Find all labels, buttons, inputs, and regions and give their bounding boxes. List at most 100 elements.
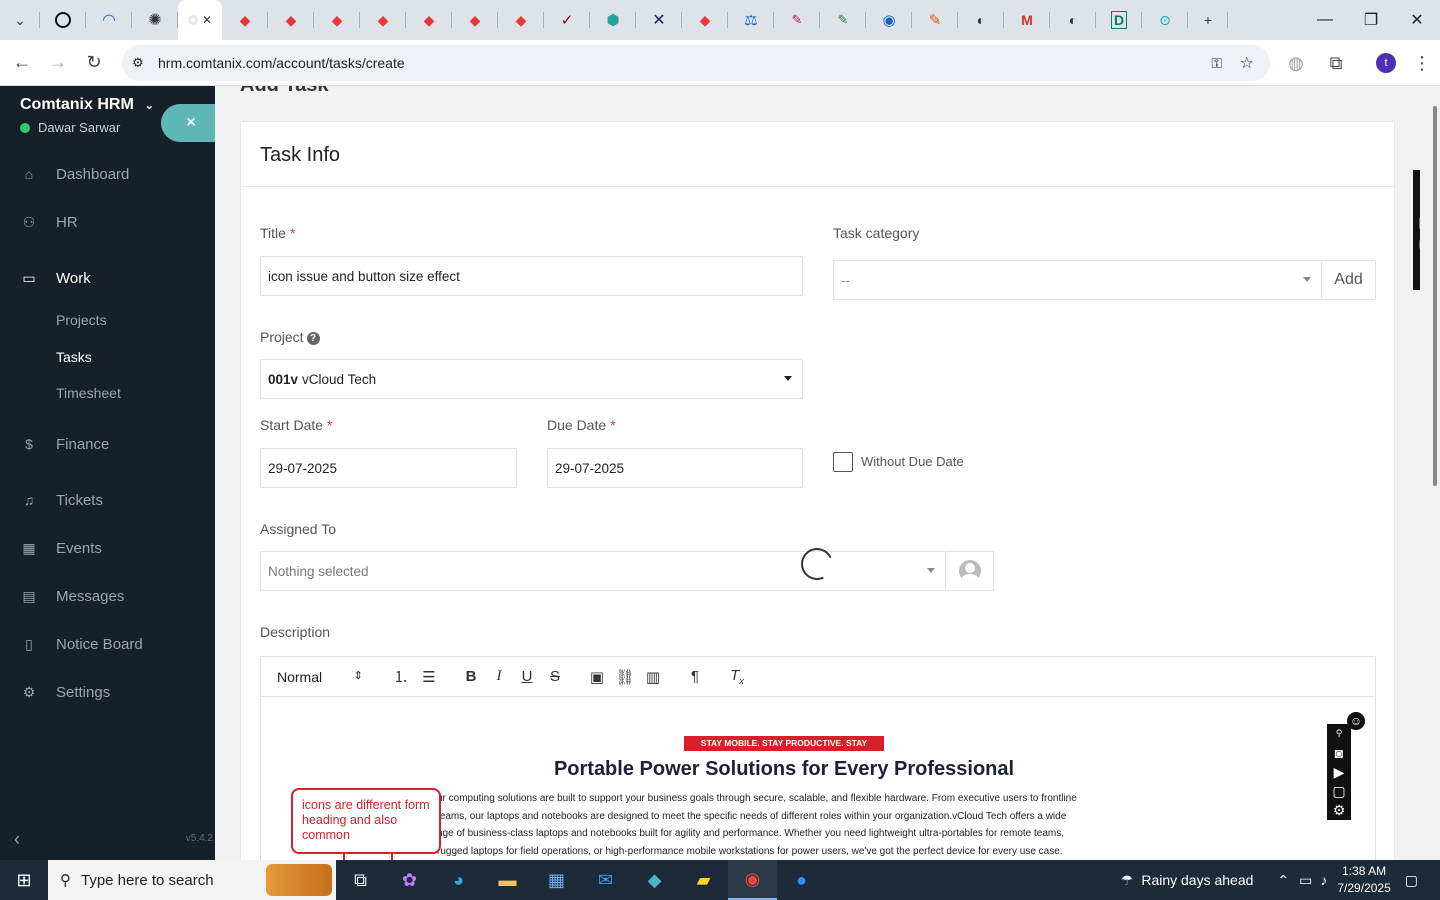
tab-chrome-dev-icon[interactable] [40, 0, 86, 40]
profile-avatar[interactable]: t [1368, 45, 1404, 81]
sidebar-item-events[interactable]: ▦ Events [0, 528, 215, 568]
help-icon[interactable]: ? [306, 332, 320, 345]
italic-icon[interactable]: I [485, 668, 513, 685]
tab-wifi-icon[interactable]: ◠ [86, 0, 132, 40]
sidebar-item-dashboard[interactable]: ⌂ Dashboard [0, 154, 215, 194]
zoom-icon[interactable]: ● [777, 860, 826, 900]
link-icon[interactable]: ⛓ [611, 668, 639, 686]
without-due-date-checkbox[interactable] [833, 452, 853, 472]
store-icon[interactable]: ▦ [532, 860, 581, 900]
network-icon[interactable]: ▭ [1299, 872, 1312, 889]
tab-gift-icon[interactable]: ◆ [360, 0, 406, 40]
format-select[interactable]: Normal [277, 669, 373, 685]
tab-gift-icon[interactable]: ◆ [498, 0, 544, 40]
file-explorer-icon[interactable]: ▬ [483, 860, 532, 900]
tab-x-icon[interactable]: ✕ [636, 0, 682, 40]
new-tab-button[interactable]: + [1188, 0, 1228, 40]
sidebar-item-messages[interactable]: ▤ Messages [0, 576, 215, 616]
sidebar-collapse-icon[interactable]: ‹ [14, 829, 20, 850]
tab-gift-icon[interactable]: ◆ [222, 0, 268, 40]
page-scrollbar[interactable] [1420, 86, 1440, 860]
copilot-icon[interactable]: ✿ [385, 860, 434, 900]
site-info-icon[interactable]: ⚙ [132, 55, 144, 71]
add-category-button[interactable]: Add [1321, 261, 1375, 299]
tab-d-icon[interactable]: D [1096, 0, 1142, 40]
tab-gift-icon[interactable]: ◆ [268, 0, 314, 40]
back-icon[interactable]: ← [4, 45, 40, 81]
bookmark-star-icon[interactable]: ☆ [1240, 53, 1254, 73]
tab-pen-icon[interactable]: ✎ [820, 0, 866, 40]
tab-active[interactable]: ✕ [178, 0, 222, 40]
clear-format-icon[interactable]: Tx [723, 667, 751, 686]
scrollbar-thumb[interactable] [1433, 106, 1437, 486]
image-icon[interactable]: ▣ [583, 668, 611, 686]
camera-icon[interactable]: ◙ [1335, 743, 1343, 762]
url-bar[interactable]: ⚙ hrm.comtanix.com/account/tasks/create … [122, 45, 1270, 81]
video-icon[interactable]: ▥ [639, 668, 667, 686]
tab-globe-icon[interactable]: ◐ [1050, 0, 1096, 40]
due-date-input[interactable]: 29-07-2025 [547, 448, 803, 488]
sidebar-item-settings[interactable]: ⚙ Settings [0, 672, 215, 712]
project-select[interactable]: 001v vCloud Tech [260, 359, 803, 399]
sticky-notes-icon[interactable]: ▰ [679, 860, 728, 900]
sidebar-item-hr[interactable]: ⚇ HR [0, 202, 215, 242]
edge-icon[interactable]: ◕ [434, 860, 483, 900]
chevron-down-icon[interactable]: ⌄ [144, 98, 154, 112]
description-editor[interactable]: Normal ⒈ ☰ B I U S ▣ ⛓ ▥ ¶ Tx STAY MOBIL… [260, 656, 1376, 860]
tab-gift-icon[interactable]: ◆ [314, 0, 360, 40]
volume-icon[interactable]: ♪ [1320, 872, 1327, 888]
assigned-to-select[interactable]: Nothing selected [260, 551, 946, 591]
strike-icon[interactable]: S [541, 668, 569, 685]
sidebar-subitem-tasks[interactable]: Tasks [56, 349, 92, 365]
tab-search-icon[interactable]: ⊙ [1142, 0, 1188, 40]
windows-start-icon[interactable]: ⊞ [0, 860, 48, 900]
task-category-select[interactable]: -- Add [833, 260, 1376, 300]
sidebar-subitem-projects[interactable]: Projects [56, 312, 107, 328]
weather-icon[interactable]: ☂ [1121, 872, 1134, 889]
weather-text[interactable]: Rainy days ahead [1141, 872, 1253, 888]
sidebar-close-button[interactable]: × [161, 104, 221, 142]
tab-pen-icon[interactable]: ✎ [912, 0, 958, 40]
window-icon[interactable]: ▢ [1332, 782, 1345, 801]
restore-icon[interactable]: ❐ [1348, 0, 1394, 40]
menu-kebab-icon[interactable]: ⋮ [1404, 45, 1440, 81]
tab-gift-icon[interactable]: ◆ [406, 0, 452, 40]
chrome-icon[interactable]: ◉ [728, 860, 777, 900]
bold-icon[interactable]: B [457, 668, 485, 685]
tab-globe-icon[interactable]: ◐ [958, 0, 1004, 40]
tab-scale-icon[interactable]: ⚖ [728, 0, 774, 40]
task-view-icon[interactable]: ⧉ [336, 860, 385, 900]
bullet-list-icon[interactable]: ☰ [415, 668, 443, 686]
chevron-up-icon[interactable]: ⌃ [1277, 872, 1289, 889]
minimize-icon[interactable]: — [1302, 0, 1348, 40]
mail-icon[interactable]: ✉ [581, 860, 630, 900]
clock[interactable]: 1:38 AM 7/29/2025 [1337, 863, 1390, 897]
underline-icon[interactable]: U [513, 668, 541, 685]
ordered-list-icon[interactable]: ⒈ [387, 666, 415, 687]
app-icon[interactable]: ◆ [630, 860, 679, 900]
tab-pulse-icon[interactable]: ◉ [866, 0, 912, 40]
sidebar-item-work[interactable]: ▭ Work [0, 258, 215, 298]
tab-search-dropdown[interactable]: ⌄ [0, 0, 40, 40]
taskbar-search[interactable]: ⚲ Type here to search [48, 860, 336, 900]
password-key-icon[interactable]: ⚿ [1211, 55, 1222, 72]
tab-puzzle-icon[interactable]: ⬢ [590, 0, 636, 40]
tab-pen-icon[interactable]: ✎ [774, 0, 820, 40]
pin-icon[interactable]: ⚲ [1336, 724, 1343, 743]
tab-gift-icon[interactable]: ◆ [452, 0, 498, 40]
sidebar-item-finance[interactable]: $ Finance [0, 424, 215, 464]
sidebar-item-tickets[interactable]: ♫ Tickets [0, 480, 215, 520]
video-camera-icon[interactable]: ▶ [1334, 762, 1345, 781]
tab-close-icon[interactable]: ✕ [202, 13, 212, 27]
tab-check-icon[interactable]: ✓ [544, 0, 590, 40]
direction-icon[interactable]: ¶ [681, 668, 709, 685]
reload-icon[interactable]: ↻ [76, 45, 112, 81]
forward-icon[interactable]: → [40, 45, 76, 81]
sidebar-subitem-timesheet[interactable]: Timesheet [56, 385, 121, 401]
title-input[interactable]: icon issue and button size effect [260, 256, 803, 296]
assignee-avatar-button[interactable] [946, 551, 994, 591]
notifications-icon[interactable]: ▢ [1405, 872, 1418, 889]
close-window-icon[interactable]: ✕ [1394, 0, 1440, 40]
extensions-icon[interactable]: ⧉ [1318, 45, 1354, 81]
translate-icon[interactable]: ◍ [1278, 45, 1314, 81]
